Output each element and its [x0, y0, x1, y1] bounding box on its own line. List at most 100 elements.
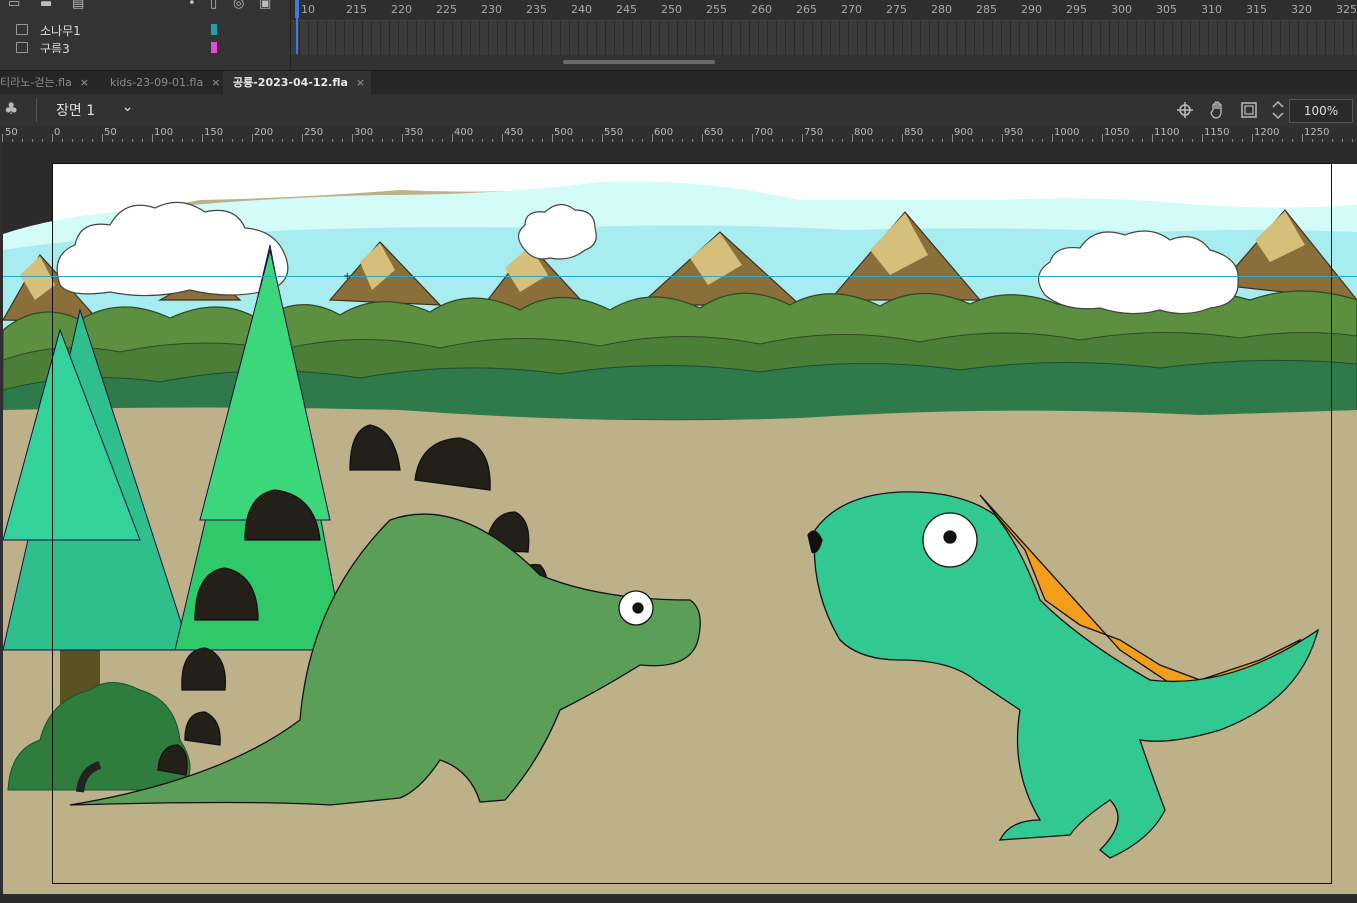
ruler-number: 150 — [204, 127, 224, 138]
ruler-number: 1050 — [1104, 127, 1130, 138]
playhead-line — [296, 18, 298, 54]
frame-number: 255 — [706, 3, 727, 16]
frame-number: 10 — [301, 3, 315, 16]
ruler-number: 100 — [154, 127, 174, 138]
frame-ruler[interactable]: 10 215 220 225 230 235 240 245 250 255 260 265 270 27… — [291, 0, 1357, 21]
dot-icon: • — [188, 0, 196, 11]
frame-number: 225 — [436, 3, 457, 16]
tab-document[interactable]: kids-23-09-01.fla × — [102, 71, 230, 95]
frame-number: 260 — [751, 3, 772, 16]
eye-icon[interactable]: ◎ — [233, 0, 244, 11]
frame-number: 265 — [796, 3, 817, 16]
frame-number: 220 — [391, 3, 412, 16]
frame-number: 240 — [571, 3, 592, 16]
layer-name: 소나무1 — [40, 24, 81, 38]
close-icon[interactable]: × — [80, 76, 89, 89]
ruler-number: 900 — [954, 127, 974, 138]
ruler-number: 0 — [54, 127, 61, 138]
snap-icon[interactable] — [1176, 101, 1194, 119]
frame-number: 245 — [616, 3, 637, 16]
document-tabs: 티라노-걷는.fla × kids-23-09-01.fla × 공룡-2023-0… — [0, 70, 1357, 95]
tab-document[interactable]: 티라노-걷는.fla × — [0, 71, 102, 95]
ruler-number: 750 — [804, 127, 824, 138]
ruler-number: 250 — [304, 127, 324, 138]
scene-selector[interactable]: 장면 1 ⌄ — [56, 99, 134, 120]
tab-label: kids-23-09-01.fla — [110, 76, 204, 89]
ruler-number: 500 — [554, 127, 574, 138]
layer-icon — [16, 24, 28, 35]
layer-color-swatch[interactable] — [211, 24, 217, 35]
ruler-number: 800 — [854, 127, 874, 138]
frame-number: 315 — [1246, 3, 1267, 16]
ruler-number: 300 — [354, 127, 374, 138]
layer-icon — [16, 42, 28, 53]
frame-number: 285 — [976, 3, 997, 16]
ruler-number: 550 — [604, 127, 624, 138]
frame-number: 230 — [481, 3, 502, 16]
tab-label: 공룡-2023-04-12.fla — [233, 76, 348, 89]
ruler-number: 450 — [504, 127, 524, 138]
frame-number: 235 — [526, 3, 547, 16]
scene-icon[interactable]: ♣ — [4, 99, 18, 118]
hand-icon[interactable] — [1208, 100, 1228, 120]
horizontal-guide[interactable] — [3, 276, 1357, 277]
ruler-number: 1100 — [1154, 127, 1180, 138]
edit-bar: ♣ 장면 1 ⌄ — [0, 94, 1357, 126]
playhead[interactable] — [295, 0, 299, 18]
ruler-number: 650 — [704, 127, 724, 138]
zoom-input[interactable]: 100% — [1289, 99, 1353, 123]
frame-number: 295 — [1066, 3, 1087, 16]
close-icon[interactable]: × — [356, 76, 365, 89]
trash-icon[interactable]: ▤ — [72, 0, 84, 11]
layer-list: ▭ ▬ ▤ • ▯ ◎ ▣ 소나무1 구름3 — [0, 0, 291, 70]
layer-row[interactable]: 소나무1 — [0, 21, 290, 38]
pasteboard-area — [3, 142, 52, 234]
ruler-number: 50 — [5, 127, 18, 138]
crosshair-icon: + — [343, 271, 352, 282]
timeline-toolbar: ▭ ▬ ▤ • ▯ ◎ ▣ — [0, 0, 290, 18]
clip-icon[interactable] — [1240, 101, 1258, 119]
outline-icon[interactable]: ▯ — [210, 0, 217, 11]
ruler-number: 1200 — [1254, 127, 1280, 138]
layer-name: 구름3 — [40, 42, 70, 53]
ruler-number: 200 — [254, 127, 274, 138]
new-layer-icon[interactable]: ▭ — [8, 0, 20, 11]
scene-name: 장면 1 — [56, 103, 96, 119]
frame-number: 290 — [1021, 3, 1042, 16]
frame-number: 310 — [1201, 3, 1222, 16]
ruler-number: 600 — [654, 127, 674, 138]
scrollbar-area[interactable] — [0, 894, 1357, 903]
lock-icon[interactable]: ▣ — [259, 0, 271, 11]
ruler-number: 400 — [454, 127, 474, 138]
ruler-number: 700 — [754, 127, 774, 138]
frame-number: 280 — [931, 3, 952, 16]
timeline-scrollbar[interactable] — [563, 60, 715, 64]
close-icon[interactable]: × — [211, 76, 220, 89]
frame-grid[interactable] — [291, 21, 1357, 55]
frame-number: 300 — [1111, 3, 1132, 16]
tab-label: 티라노-걷는.fla — [0, 76, 72, 89]
zoom-stepper-icon[interactable] — [1271, 99, 1285, 121]
ruler-number: 350 — [404, 127, 424, 138]
timeline-panel: ▭ ▬ ▤ • ▯ ◎ ▣ 소나무1 구름3 10 215 220 225 230 235… — [0, 0, 1357, 70]
horizontal-ruler[interactable]: 50 0 50 100 150 200 250 300 350 400 450 500 550 600 65… — [0, 126, 1357, 143]
folder-icon[interactable]: ▬ — [40, 0, 52, 11]
tab-document-active[interactable]: 공룡-2023-04-12.fla × — [223, 71, 371, 95]
frame-number: 305 — [1156, 3, 1177, 16]
layer-color-swatch[interactable] — [211, 42, 217, 53]
chevron-down-icon[interactable]: ⌄ — [122, 99, 134, 115]
ruler-number: 1000 — [1054, 127, 1080, 138]
ruler-number: 1150 — [1204, 127, 1230, 138]
stage-boundary — [52, 163, 1332, 884]
frame-number: 320 — [1291, 3, 1312, 16]
frame-number: 215 — [346, 3, 367, 16]
layer-row[interactable]: 구름3 — [0, 39, 290, 53]
pasteboard-area — [52, 142, 1357, 164]
ruler-number: 850 — [904, 127, 924, 138]
frame-number: 275 — [886, 3, 907, 16]
ruler-number: 1250 — [1304, 127, 1330, 138]
frame-number: 270 — [841, 3, 862, 16]
frame-number: 325 — [1336, 3, 1357, 16]
frame-number: 250 — [661, 3, 682, 16]
divider — [36, 98, 37, 122]
